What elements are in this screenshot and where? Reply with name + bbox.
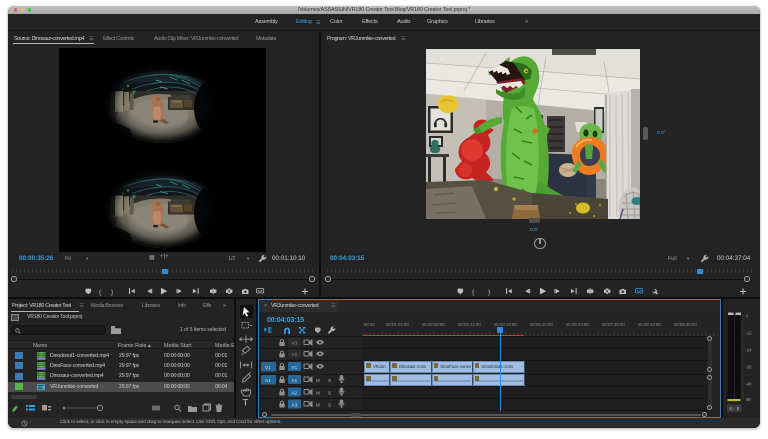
svg-text:V3: V3 bbox=[292, 341, 298, 346]
svg-text:-48: -48 bbox=[745, 381, 752, 386]
svg-text:M: M bbox=[316, 391, 320, 396]
svg-text:{: { bbox=[99, 289, 102, 296]
svg-text:0: 0 bbox=[746, 313, 749, 318]
svg-text:V1: V1 bbox=[292, 365, 298, 370]
svg-text:-24: -24 bbox=[745, 347, 752, 352]
svg-text:T: T bbox=[243, 398, 249, 409]
svg-text:V1: V1 bbox=[265, 365, 271, 370]
svg-text:S: S bbox=[328, 378, 331, 383]
svg-text:V2: V2 bbox=[292, 352, 298, 357]
svg-text:A1: A1 bbox=[292, 378, 298, 383]
svg-text:M: M bbox=[316, 403, 320, 408]
svg-text:S: S bbox=[328, 403, 331, 408]
svg-text:A1: A1 bbox=[265, 378, 271, 383]
svg-text:}: } bbox=[111, 289, 114, 296]
svg-text:{: { bbox=[472, 289, 475, 296]
svg-text:}: } bbox=[488, 289, 491, 296]
svg-text:A3: A3 bbox=[292, 403, 298, 408]
svg-text:-36: -36 bbox=[745, 364, 752, 369]
svg-text:dB: dB bbox=[745, 397, 750, 402]
svg-text:S: S bbox=[328, 391, 331, 396]
svg-text:S: S bbox=[736, 406, 739, 411]
svg-text:M: M bbox=[316, 378, 320, 383]
svg-text:A2: A2 bbox=[292, 391, 298, 396]
svg-text:S: S bbox=[729, 406, 732, 411]
svg-text:-12: -12 bbox=[745, 330, 752, 335]
